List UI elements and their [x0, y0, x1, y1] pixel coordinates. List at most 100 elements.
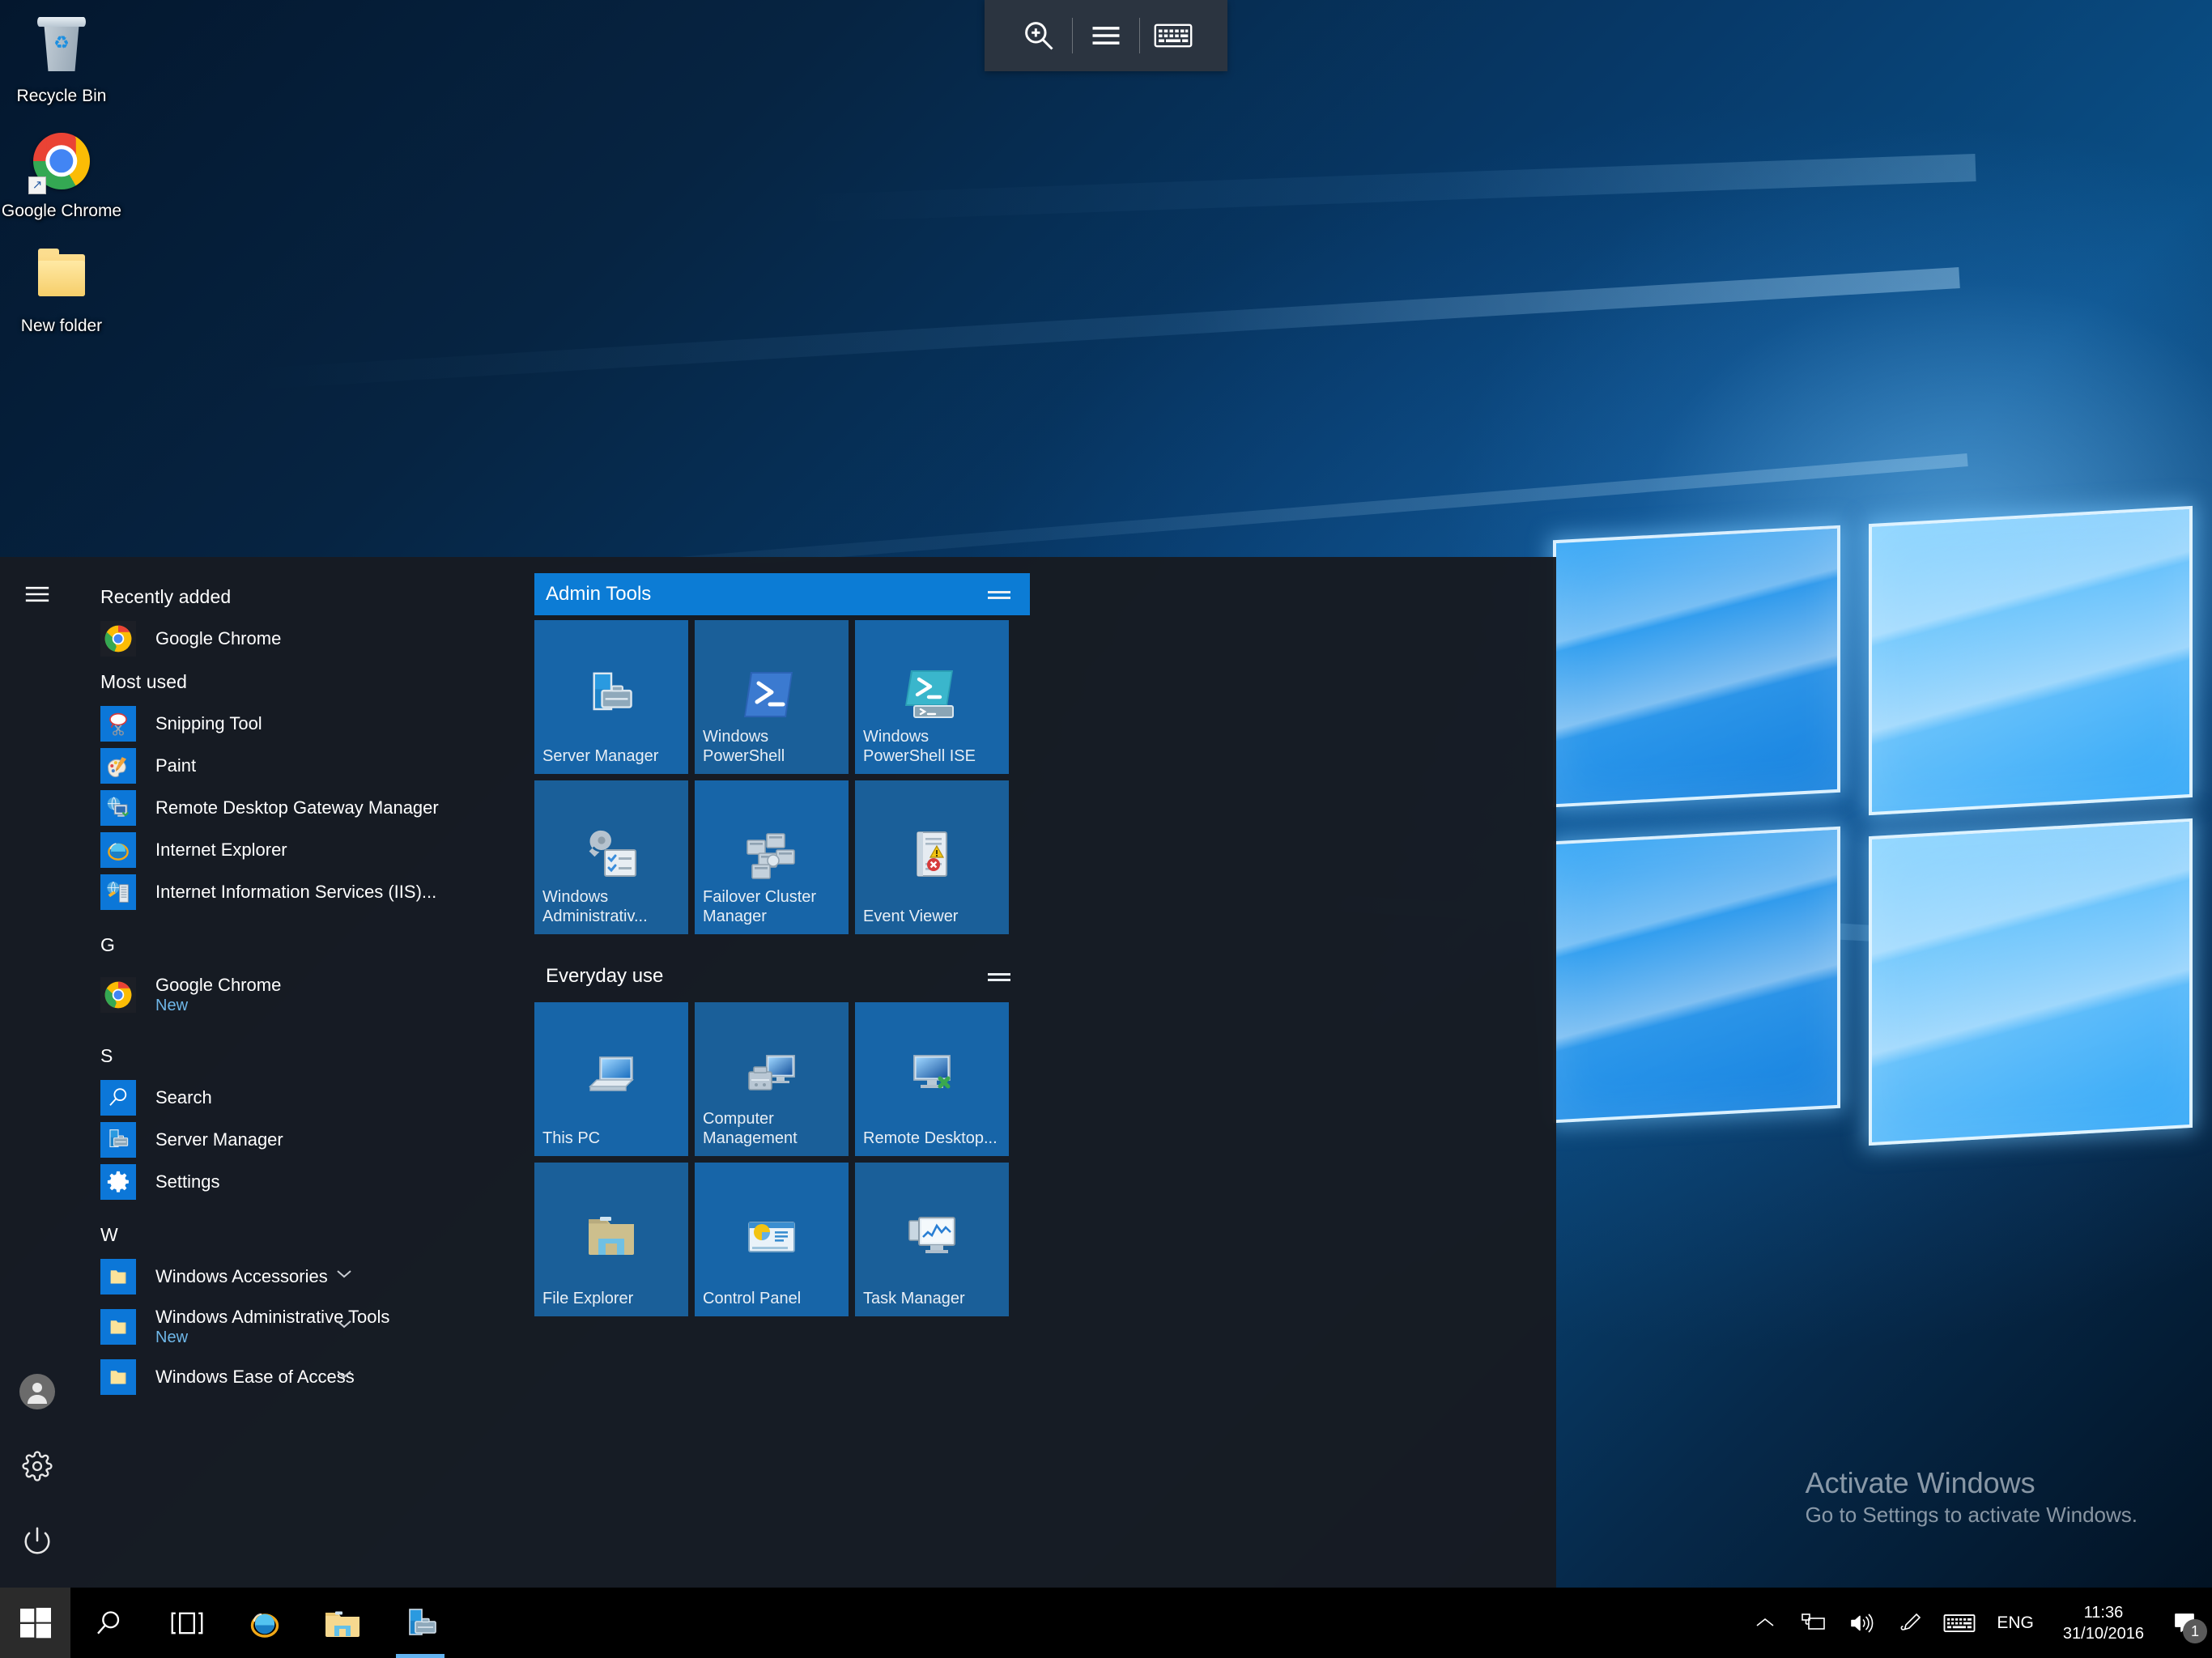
wallpaper-light-ray	[793, 154, 1976, 223]
start-menu-power-button[interactable]	[0, 1503, 74, 1578]
app-list-item[interactable]: Windows Administrative Tools New	[74, 1298, 512, 1356]
clock[interactable]: 11:36 31/10/2016	[2047, 1588, 2160, 1658]
taskbar-internet-explorer-button[interactable]	[226, 1588, 304, 1658]
app-list-item[interactable]: Internet Information Services (IIS)...	[74, 871, 512, 913]
app-list-item[interactable]: Paint	[74, 745, 512, 787]
start-tile-label: Windows Administrativ...	[542, 888, 648, 925]
taskbar-search-button[interactable]	[70, 1588, 148, 1658]
app-list-item[interactable]: Windows Accessories	[74, 1256, 512, 1298]
start-tile-label: Windows PowerShell	[703, 728, 785, 765]
search-icon	[100, 1080, 136, 1116]
start-tile[interactable]: Task Manager	[855, 1163, 1009, 1316]
start-tile-label: Failover Cluster Manager	[703, 888, 817, 925]
tile-group-title: Everyday use	[546, 965, 664, 987]
clock-time: 11:36	[2083, 1603, 2124, 1622]
start-tile[interactable]: Remote Desktop...	[855, 1002, 1009, 1156]
keyboard-button[interactable]	[1140, 0, 1206, 71]
taskbar-server-manager-button[interactable]	[381, 1588, 459, 1658]
start-menu-app-list[interactable]: Recently added Google Chrome Most used Sn…	[74, 557, 512, 1588]
power-icon	[22, 1525, 53, 1556]
tile-group-title: Admin Tools	[546, 583, 652, 605]
pen-icon	[1899, 1611, 1923, 1635]
gear-icon	[100, 1164, 136, 1200]
hamburger-menu-icon	[1088, 20, 1124, 51]
this-pc-icon	[582, 1048, 640, 1106]
start-tile[interactable]: Windows Administrativ...	[534, 780, 688, 934]
search-icon	[93, 1607, 125, 1639]
start-tile-label: Computer Management	[703, 1110, 798, 1147]
start-tile[interactable]: File Explorer	[534, 1163, 688, 1316]
app-list-item[interactable]: Snipping Tool	[74, 703, 512, 745]
tile-group-drag-handle-icon[interactable]	[983, 968, 1015, 984]
failover-cluster-icon	[742, 826, 801, 884]
start-tile[interactable]: Computer Management	[695, 1002, 849, 1156]
powershell-icon	[742, 665, 801, 724]
tile-group-drag-handle-icon[interactable]	[983, 586, 1015, 602]
app-list-item[interactable]: Google Chrome	[74, 618, 512, 660]
server-manager-icon	[100, 1122, 136, 1158]
desktop-icon-google-chrome[interactable]: ↗ Google Chrome	[0, 126, 123, 222]
app-list-item-new-badge: New	[155, 997, 189, 1014]
app-list-item[interactable]: Windows Ease of Access	[74, 1356, 512, 1398]
internet-explorer-icon	[245, 1604, 284, 1643]
app-list-item[interactable]: Settings	[74, 1161, 512, 1203]
volume-button[interactable]	[1838, 1588, 1887, 1658]
show-hidden-icons-button[interactable]	[1741, 1588, 1789, 1658]
start-tile[interactable]: Control Panel	[695, 1163, 849, 1316]
start-tile[interactable]: This PC	[534, 1002, 688, 1156]
start-tile-label: This PC	[542, 1129, 601, 1147]
app-list-section-heading: G	[100, 934, 115, 955]
app-list-item[interactable]: Internet Explorer	[74, 829, 512, 871]
app-list-item-label: Search	[155, 1087, 212, 1107]
desktop-icon-recycle-bin[interactable]: ♻ Recycle Bin	[0, 11, 123, 107]
language-indicator[interactable]: ENG	[1984, 1588, 2047, 1658]
app-list-item-label: Snipping Tool	[155, 713, 262, 733]
event-viewer-icon	[903, 826, 961, 884]
snipping-tool-icon	[100, 706, 136, 742]
desktop-icon-new-folder[interactable]: New folder	[0, 241, 123, 337]
chrome-icon	[100, 977, 136, 1013]
tile-group-header[interactable]: Everyday use	[534, 955, 1030, 997]
chevron-down-icon[interactable]	[335, 1268, 353, 1286]
powershell-ise-icon	[903, 665, 961, 724]
clock-date: 31/10/2016	[2062, 1624, 2144, 1643]
menu-button[interactable]	[1073, 0, 1139, 71]
start-tile[interactable]: Failover Cluster Manager	[695, 780, 849, 934]
start-menu-user-button[interactable]	[0, 1354, 74, 1429]
app-list-item[interactable]: Search	[74, 1077, 512, 1119]
start-menu-hamburger-button[interactable]	[0, 557, 74, 631]
network-button[interactable]	[1789, 1588, 1838, 1658]
iis-manager-icon	[100, 874, 136, 910]
chevron-down-icon[interactable]	[335, 1318, 353, 1336]
taskbar-task-view-button[interactable]	[148, 1588, 226, 1658]
start-tile[interactable]: Windows PowerShell ISE	[855, 620, 1009, 774]
shortcut-arrow-icon: ↗	[28, 176, 46, 194]
touch-keyboard-button[interactable]	[1935, 1588, 1984, 1658]
zoom-in-button[interactable]	[1006, 0, 1072, 71]
app-list-item[interactable]: Remote Desktop Gateway Manager	[74, 787, 512, 829]
tile-grid: This PC Computer Management Remote Deskt…	[534, 1002, 1030, 1316]
start-button[interactable]	[0, 1588, 70, 1658]
app-list-item[interactable]: Server Manager	[74, 1119, 512, 1161]
app-list-item-label: Server Manager	[155, 1129, 283, 1150]
desktop-icon-list: ♻ Recycle Bin ↗ Google Chrome New folder	[0, 11, 130, 356]
pen-button[interactable]	[1887, 1588, 1935, 1658]
app-list-item-label: Windows Ease of Access	[155, 1367, 355, 1387]
start-tile-label: Server Manager	[542, 747, 659, 765]
start-menu-settings-button[interactable]	[0, 1429, 74, 1503]
remote-desktop-icon	[903, 1048, 961, 1106]
folder-icon	[100, 1259, 136, 1295]
start-tile-label: Task Manager	[863, 1290, 965, 1307]
chevron-down-icon[interactable]	[335, 1368, 353, 1386]
tile-group-header[interactable]: Admin Tools	[534, 573, 1030, 615]
notification-count-badge: 1	[2183, 1619, 2207, 1643]
start-tile[interactable]: Event Viewer	[855, 780, 1009, 934]
app-list-item-label: Remote Desktop Gateway Manager	[155, 797, 439, 818]
start-tile-label: Control Panel	[703, 1290, 802, 1307]
taskbar-file-explorer-button[interactable]	[304, 1588, 381, 1658]
start-tile-label: File Explorer	[542, 1290, 634, 1307]
start-tile[interactable]: Windows PowerShell	[695, 620, 849, 774]
action-center-button[interactable]: 1	[2160, 1588, 2212, 1658]
app-list-item[interactable]: Google Chrome New	[74, 966, 512, 1024]
start-tile[interactable]: Server Manager	[534, 620, 688, 774]
